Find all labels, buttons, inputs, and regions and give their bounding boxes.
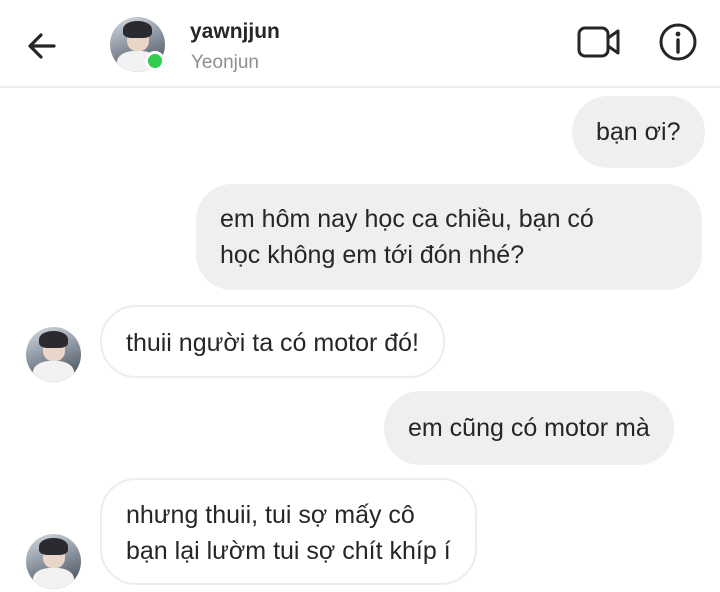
video-camera-icon bbox=[577, 26, 620, 58]
username[interactable]: yawnjjun bbox=[190, 20, 280, 44]
sender-avatar[interactable] bbox=[26, 534, 81, 589]
sender-avatar[interactable] bbox=[26, 327, 81, 382]
incoming-message[interactable]: nhưng thuii, tui sợ mấy cô bạn lại lườm … bbox=[100, 478, 477, 585]
message-text: bạn ơi? bbox=[596, 118, 681, 146]
message-text: em hôm nay học ca chiều, bạn có bbox=[220, 205, 594, 233]
chat-header: yawnjjun Yeonjun bbox=[0, 0, 720, 88]
display-name: Yeonjun bbox=[191, 52, 259, 73]
video-call-button[interactable] bbox=[576, 22, 622, 62]
message-text: học không em tới đón nhé? bbox=[220, 241, 525, 269]
outgoing-message[interactable]: bạn ơi? bbox=[572, 96, 705, 168]
back-button[interactable] bbox=[22, 26, 62, 66]
info-icon bbox=[659, 23, 697, 61]
online-status-indicator bbox=[145, 51, 165, 71]
message-text: em cũng có motor mà bbox=[408, 414, 650, 442]
message-text: nhưng thuii, tui sợ mấy cô bbox=[126, 501, 415, 529]
message-text: bạn lại lườm tui sợ chít khíp í bbox=[126, 537, 451, 565]
arrow-left-icon bbox=[28, 33, 56, 59]
info-button[interactable] bbox=[656, 20, 700, 64]
message-text: thuii người ta có motor đó! bbox=[126, 329, 419, 357]
incoming-message[interactable]: thuii người ta có motor đó! bbox=[100, 305, 445, 378]
outgoing-message[interactable]: em cũng có motor mà bbox=[384, 391, 674, 465]
chat-screen: yawnjjun Yeonjun bạn ơi? em hôm nay học … bbox=[0, 0, 720, 592]
outgoing-message[interactable]: em hôm nay học ca chiều, bạn có học khôn… bbox=[196, 184, 702, 290]
